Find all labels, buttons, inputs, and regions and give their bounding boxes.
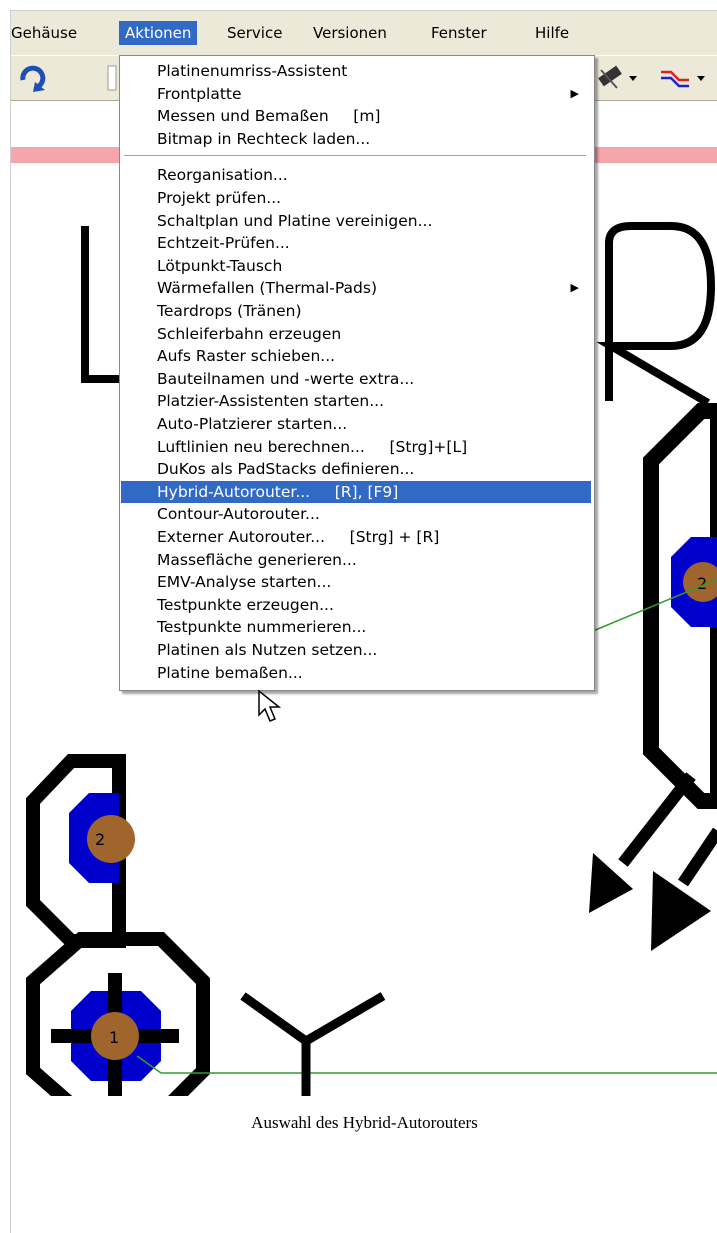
- menu-item-label: Teardrops (Tränen): [157, 302, 302, 320]
- figure-frame: 2 2 1 Gehäuse Aktionen Service Versionen…: [10, 10, 717, 1233]
- menu-item-schaltplan-und-platine-vereinigen[interactable]: Schaltplan und Platine vereinigen...: [121, 210, 591, 233]
- menu-fenster[interactable]: Fenster: [431, 21, 487, 45]
- menu-item-label: Platine bemaßen...: [157, 663, 303, 682]
- menu-item-contour-autorouter[interactable]: Contour-Autorouter...: [121, 503, 591, 526]
- menu-item-bauteilnamen-und-werte-extra[interactable]: Bauteilnamen und -werte extra...: [121, 368, 591, 391]
- submenu-arrow-icon: ▶: [570, 86, 579, 100]
- menu-item-bitmap-in-rechteck-laden[interactable]: Bitmap in Rechteck laden...: [121, 128, 591, 151]
- menu-aktionen[interactable]: Aktionen: [119, 21, 198, 45]
- mouse-pointer-icon: [258, 689, 281, 722]
- menu-item-teardrops[interactable]: Teardrops (Tränen): [121, 300, 591, 323]
- menu-item-frontplatte[interactable]: Frontplatte ▶: [121, 83, 591, 106]
- pad-left-upper-label: 2: [95, 830, 105, 849]
- menu-item-platinen-als-nutzen-setzen[interactable]: Platinen als Nutzen setzen...: [121, 639, 591, 662]
- new-document-icon[interactable]: [107, 62, 117, 92]
- menu-item-label: Wärmefallen (Thermal-Pads): [157, 279, 378, 298]
- aktionen-dropdown-menu: Platinenumriss-Assistent Frontplatte ▶ Me…: [119, 55, 595, 692]
- menu-item-externer-autorouter[interactable]: Externer Autorouter... [Strg] + [R]: [121, 526, 591, 549]
- menu-item-label: Projekt prüfen...: [157, 189, 282, 207]
- menu-item-label: Aufs Raster schieben...: [157, 347, 336, 366]
- menu-item-aufs-raster-schieben[interactable]: Aufs Raster schieben...: [121, 345, 591, 368]
- menu-gehaeuse[interactable]: Gehäuse: [11, 21, 77, 45]
- component-tool-icon[interactable]: [597, 62, 653, 92]
- menu-service[interactable]: Service: [227, 21, 282, 45]
- menu-item-label: Echtzeit-Prüfen...: [157, 234, 290, 253]
- track-tool-icon[interactable]: [659, 62, 717, 92]
- menu-item-label: Luftlinien neu berechnen... [Strg]+[L]: [157, 437, 468, 456]
- pad-left-lower-label: 1: [109, 1028, 119, 1047]
- menu-bar: Gehäuse Aktionen Service Versionen Fenst…: [11, 11, 717, 55]
- menu-item-label: Schleiferbahn erzeugen: [157, 324, 342, 343]
- menu-separator: [124, 155, 586, 158]
- menu-item-label: DuKos als PadStacks definieren...: [157, 460, 415, 479]
- menu-item-dukos-als-padstacks-definieren[interactable]: DuKos als PadStacks definieren...: [121, 458, 591, 481]
- submenu-arrow-icon: ▶: [570, 281, 579, 295]
- figure-caption: Auswahl des Hybrid-Autorouters: [251, 1113, 478, 1132]
- menu-item-testpunkte-erzeugen[interactable]: Testpunkte erzeugen...: [121, 594, 591, 617]
- menu-item-reorganisation[interactable]: Reorganisation...: [121, 164, 591, 187]
- menu-versionen[interactable]: Versionen: [313, 21, 387, 45]
- menu-item-label: Messen und Bemaßen [m]: [157, 107, 381, 126]
- menu-item-label: Schaltplan und Platine vereinigen...: [157, 211, 433, 230]
- menu-item-luftlinien-neu-berechnen[interactable]: Luftlinien neu berechnen... [Strg]+[L]: [121, 436, 591, 459]
- menu-item-label: Bauteilnamen und -werte extra...: [157, 369, 415, 388]
- menu-item-label: Bitmap in Rechteck laden...: [157, 129, 371, 148]
- menu-item-label: Externer Autorouter... [Strg] + [R]: [157, 528, 440, 546]
- menu-item-label: Platzier-Assistenten starten...: [157, 392, 385, 411]
- menu-item-platzier-assistenten-starten[interactable]: Platzier-Assistenten starten...: [121, 390, 591, 413]
- menu-item-waermefallen[interactable]: Wärmefallen (Thermal-Pads) ▶: [121, 277, 591, 300]
- menu-item-platinenumriss-assistent[interactable]: Platinenumriss-Assistent: [121, 60, 591, 83]
- menu-item-messen-und-bemassen[interactable]: Messen und Bemaßen [m]: [121, 105, 591, 128]
- application-window: 2 2 1 Gehäuse Aktionen Service Versionen…: [11, 11, 717, 1096]
- menu-item-projekt-pruefen[interactable]: Projekt prüfen...: [121, 187, 591, 210]
- menu-item-label: Contour-Autorouter...: [157, 505, 320, 524]
- menu-item-testpunkte-nummerieren[interactable]: Testpunkte nummerieren...: [121, 616, 591, 639]
- menu-item-platine-bemassen[interactable]: Platine bemaßen...: [121, 662, 591, 685]
- menu-item-auto-platzierer-starten[interactable]: Auto-Platzierer starten...: [121, 413, 591, 436]
- menu-item-label: Hybrid-Autorouter... [R], [F9]: [157, 482, 399, 501]
- menu-item-label: Auto-Platzierer starten...: [157, 415, 348, 433]
- menu-hilfe[interactable]: Hilfe: [535, 21, 569, 45]
- menu-item-label: Reorganisation...: [157, 166, 288, 185]
- menu-item-label: Massefläche generieren...: [157, 550, 357, 569]
- menu-item-label: Testpunkte erzeugen...: [157, 595, 334, 614]
- menu-item-loetpunkt-tausch[interactable]: Lötpunkt-Tausch: [121, 255, 591, 278]
- menu-item-label: Lötpunkt-Tausch: [157, 256, 283, 275]
- menu-item-schleiferbahn-erzeugen[interactable]: Schleiferbahn erzeugen: [121, 323, 591, 346]
- menu-item-label: Frontplatte: [157, 84, 242, 103]
- menu-item-emv-analyse-starten[interactable]: EMV-Analyse starten...: [121, 571, 591, 594]
- menu-item-label: Testpunkte nummerieren...: [157, 618, 367, 637]
- menu-item-hybrid-autorouter[interactable]: Hybrid-Autorouter... [R], [F9]: [121, 480, 591, 504]
- menu-item-label: EMV-Analyse starten...: [157, 573, 332, 592]
- menu-item-echtzeit-pruefen[interactable]: Echtzeit-Prüfen...: [121, 232, 591, 255]
- menu-item-label: Platinenumriss-Assistent: [157, 62, 348, 80]
- menu-item-masseflaeche-generieren[interactable]: Massefläche generieren...: [121, 549, 591, 572]
- refresh-icon[interactable]: [17, 62, 49, 92]
- menu-item-label: Platinen als Nutzen setzen...: [157, 641, 378, 659]
